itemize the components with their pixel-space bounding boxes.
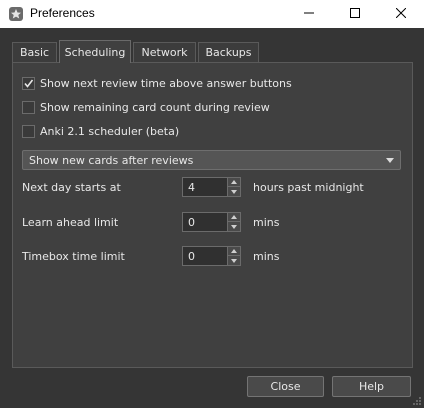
next-day-starts-value: 4: [188, 181, 195, 194]
next-day-starts-label: Next day starts at: [22, 181, 121, 194]
anki-app-icon: [8, 6, 24, 22]
tab-network[interactable]: Network: [133, 42, 196, 62]
show-next-review-time-option[interactable]: Show next review time above answer butto…: [22, 77, 292, 90]
new-cards-order-value: Show new cards after reviews: [29, 153, 194, 167]
learn-ahead-limit-label: Learn ahead limit: [22, 216, 119, 229]
arrow-up-icon: [231, 249, 237, 253]
close-button[interactable]: Close: [247, 376, 324, 397]
arrow-down-icon: [231, 258, 237, 263]
v2-scheduler-label: Anki 2.1 scheduler (beta): [40, 125, 180, 138]
checkmark-icon: [24, 79, 34, 88]
timebox-limit-value: 0: [188, 250, 195, 263]
close-window-button[interactable]: [378, 0, 424, 28]
show-remaining-count-checkbox[interactable]: [22, 101, 35, 114]
learn-ahead-limit-spinbox[interactable]: 0: [182, 212, 241, 232]
arrow-down-icon: [231, 224, 237, 229]
title-bar: Preferences: [0, 0, 424, 28]
show-next-review-time-checkbox[interactable]: [22, 77, 35, 90]
timebox-limit-unit: mins: [253, 250, 280, 263]
next-day-starts-spinbox[interactable]: 4: [182, 177, 241, 197]
help-button[interactable]: Help: [332, 376, 411, 397]
spin-up-button[interactable]: [227, 178, 240, 187]
spin-down-button[interactable]: [227, 222, 240, 231]
timebox-limit-spinbox[interactable]: 0: [182, 246, 241, 266]
window-title: Preferences: [30, 6, 95, 20]
arrow-up-icon: [231, 180, 237, 184]
new-cards-order-select[interactable]: Show new cards after reviews: [22, 150, 401, 170]
tab-scheduling[interactable]: Scheduling: [59, 40, 131, 63]
arrow-up-icon: [231, 215, 237, 219]
learn-ahead-limit-value: 0: [188, 216, 195, 229]
minimize-button[interactable]: [286, 0, 332, 28]
next-day-starts-unit: hours past midnight: [253, 181, 364, 194]
minimize-icon: [304, 8, 314, 21]
arrow-down-icon: [231, 189, 237, 194]
maximize-icon: [350, 7, 360, 21]
v2-scheduler-option[interactable]: Anki 2.1 scheduler (beta): [22, 125, 179, 138]
resize-grip-icon[interactable]: [412, 396, 422, 406]
spin-down-button[interactable]: [227, 256, 240, 265]
spin-down-button[interactable]: [227, 187, 240, 196]
learn-ahead-limit-unit: mins: [253, 216, 280, 229]
tab-basic[interactable]: Basic: [12, 42, 57, 62]
spin-up-button[interactable]: [227, 247, 240, 256]
maximize-button[interactable]: [332, 0, 378, 28]
tab-backups[interactable]: Backups: [198, 42, 259, 62]
chevron-down-icon: [386, 158, 394, 163]
show-next-review-time-label: Show next review time above answer butto…: [40, 77, 292, 90]
spin-up-button[interactable]: [227, 213, 240, 222]
v2-scheduler-checkbox[interactable]: [22, 125, 35, 138]
scheduling-panel: Show next review time above answer butto…: [12, 62, 413, 368]
timebox-limit-label: Timebox time limit: [22, 250, 125, 263]
close-icon: [395, 7, 407, 21]
show-remaining-count-option[interactable]: Show remaining card count during review: [22, 101, 270, 114]
show-remaining-count-label: Show remaining card count during review: [40, 101, 270, 114]
